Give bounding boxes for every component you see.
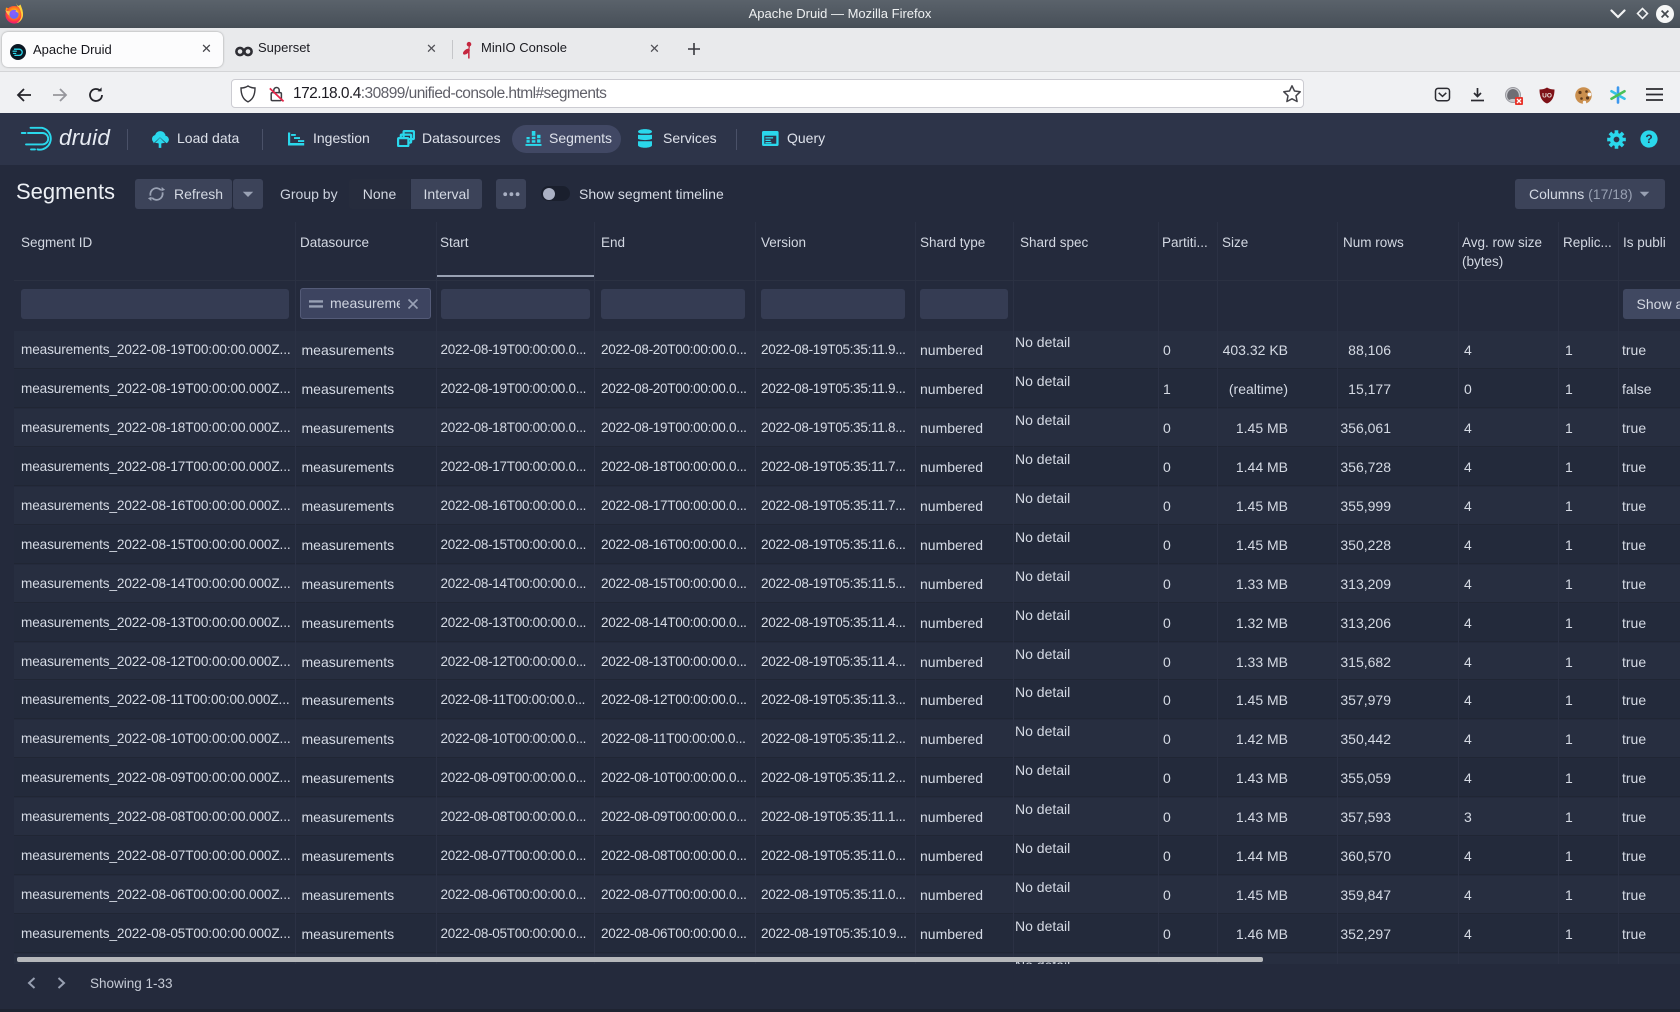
svg-text:?: ?: [1645, 132, 1652, 146]
svg-text:UO: UO: [1542, 93, 1552, 100]
